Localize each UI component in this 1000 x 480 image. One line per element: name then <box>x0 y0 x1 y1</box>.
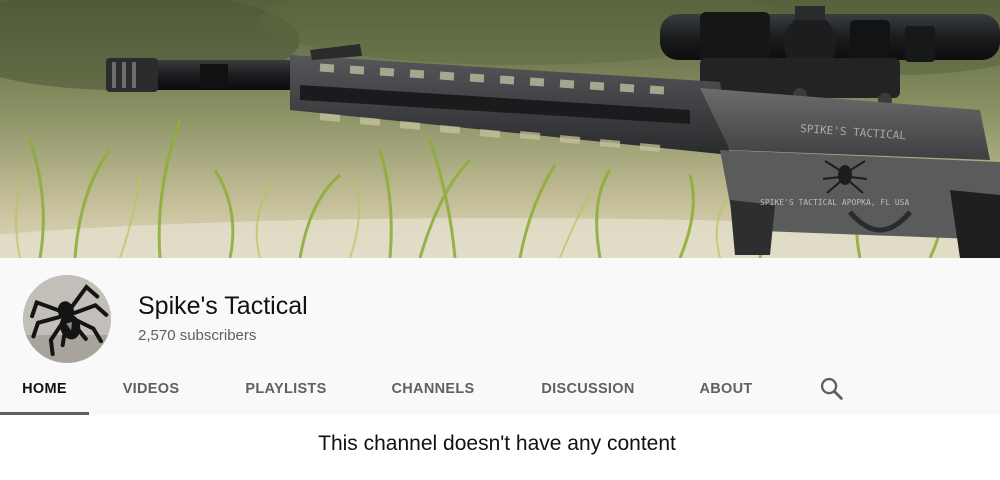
channel-header: Spike's Tactical 2,570 subscribers HOME … <box>0 258 1000 415</box>
tab-home-label: HOME <box>22 381 67 397</box>
channel-page: SPIKE'S TACTICAL SPIKE'S TACTICAL APOPKA… <box>0 0 1000 480</box>
lower-engraving: SPIKE'S TACTICAL APOPKA, FL USA <box>760 198 909 207</box>
banner-rifle-image: SPIKE'S TACTICAL SPIKE'S TACTICAL APOPKA… <box>0 0 1000 258</box>
search-icon <box>820 377 843 400</box>
search-button[interactable] <box>818 375 846 403</box>
tab-about[interactable]: ABOUT <box>682 363 770 415</box>
tab-playlists-label: PLAYLISTS <box>245 381 327 397</box>
tab-discussion-label: DISCUSSION <box>541 381 635 397</box>
subscriber-count: 2,570 subscribers <box>138 327 257 344</box>
active-tab-indicator <box>0 412 89 415</box>
tab-channels-label: CHANNELS <box>391 381 475 397</box>
tab-videos[interactable]: VIDEOS <box>106 363 196 415</box>
channel-banner: SPIKE'S TACTICAL SPIKE'S TACTICAL APOPKA… <box>0 0 1000 258</box>
spider-logo-icon <box>23 275 111 363</box>
tab-home[interactable]: HOME <box>0 363 89 415</box>
empty-content-message: This channel doesn't have any content <box>318 432 676 455</box>
tab-videos-label: VIDEOS <box>122 381 180 397</box>
channel-avatar[interactable] <box>23 275 111 363</box>
tab-discussion[interactable]: DISCUSSION <box>527 363 649 415</box>
channel-tabs: HOME VIDEOS PLAYLISTS CHANNELS DISCUSSIO… <box>0 363 1000 415</box>
tab-channels[interactable]: CHANNELS <box>376 363 490 415</box>
tab-playlists[interactable]: PLAYLISTS <box>227 363 345 415</box>
channel-name[interactable]: Spike's Tactical <box>138 292 308 321</box>
tab-about-label: ABOUT <box>699 381 753 397</box>
